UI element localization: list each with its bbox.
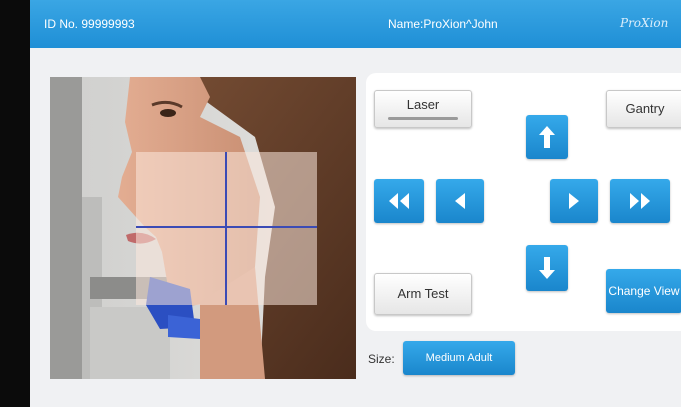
eye	[160, 109, 176, 117]
arrow-up-icon	[539, 126, 555, 148]
app-screen: ID No. 99999993 Name:ProXion^John ProXio…	[30, 0, 681, 407]
arrow-down-icon	[539, 257, 555, 279]
laser-indicator	[388, 117, 458, 120]
double-arrow-left-icon	[389, 193, 409, 209]
arrow-right-icon	[569, 193, 579, 209]
patient-id: ID No. 99999993	[44, 17, 135, 31]
patient-name: Name:ProXion^John	[388, 17, 498, 31]
gantry-button[interactable]: Gantry	[606, 90, 681, 128]
arm-test-button[interactable]: Arm Test	[374, 273, 472, 315]
move-left-button[interactable]	[436, 179, 484, 223]
brand-logo: ProXion	[620, 16, 669, 30]
double-arrow-right-icon	[630, 193, 650, 209]
control-panel: Laser Gantry Arm Test Change View	[366, 73, 681, 331]
laser-label: Laser	[406, 97, 440, 112]
change-view-button[interactable]: Change View	[606, 269, 681, 313]
laser-button[interactable]: Laser	[374, 90, 472, 128]
move-right-button[interactable]	[550, 179, 598, 223]
arrow-left-icon	[455, 193, 465, 209]
patient-size-button[interactable]: Medium Adult	[403, 341, 515, 375]
fast-left-button[interactable]	[374, 179, 424, 223]
machine-column	[50, 77, 82, 379]
header-bar: ID No. 99999993 Name:ProXion^John ProXio…	[30, 0, 681, 48]
move-down-button[interactable]	[526, 245, 568, 291]
size-label: Size:	[368, 352, 395, 366]
patient-positioning-image	[50, 77, 356, 379]
chin-rest-base	[168, 315, 200, 339]
fast-right-button[interactable]	[610, 179, 670, 223]
move-up-button[interactable]	[526, 115, 568, 159]
